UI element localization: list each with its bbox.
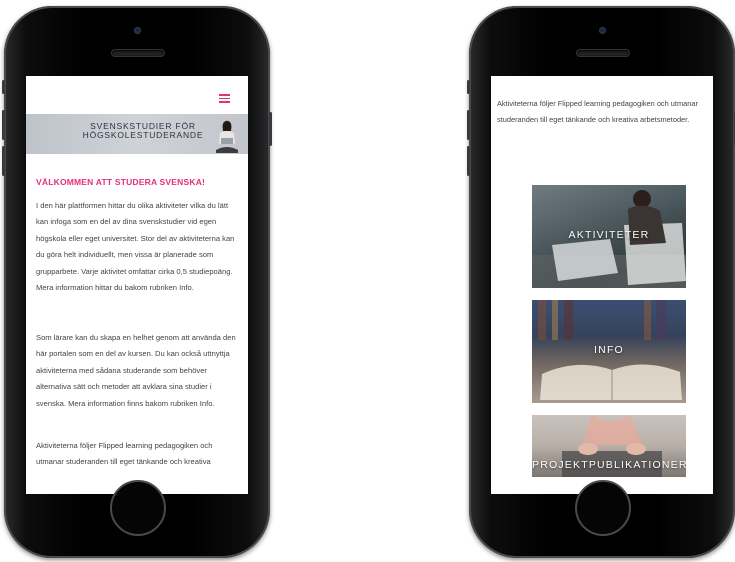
phone-frame-left: SVENSKSTUDIER FÖR HÖGSKOLESTUDERANDE VÄL… xyxy=(2,6,272,558)
phone-frame-right: Aktiviteterna följer Flipped learning pe… xyxy=(467,6,735,558)
teacher-paragraph: Som lärare kan du skapa en helhet genom … xyxy=(36,333,236,408)
flipped-paragraph: Aktiviteterna följer Flipped learning pe… xyxy=(497,99,698,125)
menu-icon[interactable] xyxy=(219,94,230,103)
volume-up-button xyxy=(2,110,5,140)
volume-down-button xyxy=(2,146,5,176)
volume-up-button xyxy=(467,110,470,140)
tile-label: PROJEKTPUBLIKATIONER xyxy=(532,459,686,471)
flipped-paragraph: Aktiviteterna följer Flipped learning pe… xyxy=(36,441,213,467)
tile-label: AKTIVITETER xyxy=(568,229,650,241)
home-button[interactable] xyxy=(575,480,631,536)
site-title: SVENSKSTUDIER FÖR HÖGSKOLESTUDERANDE xyxy=(78,122,208,140)
tile-label: INFO xyxy=(594,344,624,356)
welcome-heading: VÄLKOMMEN ATT STUDERA SVENSKA! xyxy=(36,177,206,187)
screen-left: SVENSKSTUDIER FÖR HÖGSKOLESTUDERANDE VÄL… xyxy=(26,76,248,494)
site-banner[interactable]: SVENSKSTUDIER FÖR HÖGSKOLESTUDERANDE xyxy=(26,114,248,154)
power-button xyxy=(269,112,272,146)
student-illustration xyxy=(216,120,238,153)
intro-paragraph: I den här plattformen hittar du olika ak… xyxy=(36,201,235,293)
volume-down-button xyxy=(467,146,470,176)
tile-aktiviteter[interactable]: AKTIVITETER xyxy=(532,185,686,288)
screen-right: Aktiviteterna följer Flipped learning pe… xyxy=(491,76,713,494)
earpiece-speaker xyxy=(577,50,629,56)
mute-switch xyxy=(2,80,5,94)
tile-projektpublikationer[interactable]: PROJEKTPUBLIKATIONER xyxy=(532,415,686,477)
front-camera xyxy=(599,27,606,34)
home-button[interactable] xyxy=(110,480,166,536)
site-title-line2: HÖGSKOLESTUDERANDE xyxy=(82,130,204,140)
front-camera xyxy=(134,27,141,34)
tile-info[interactable]: INFO xyxy=(532,300,686,403)
earpiece-speaker xyxy=(112,50,164,56)
mute-switch xyxy=(467,80,470,94)
